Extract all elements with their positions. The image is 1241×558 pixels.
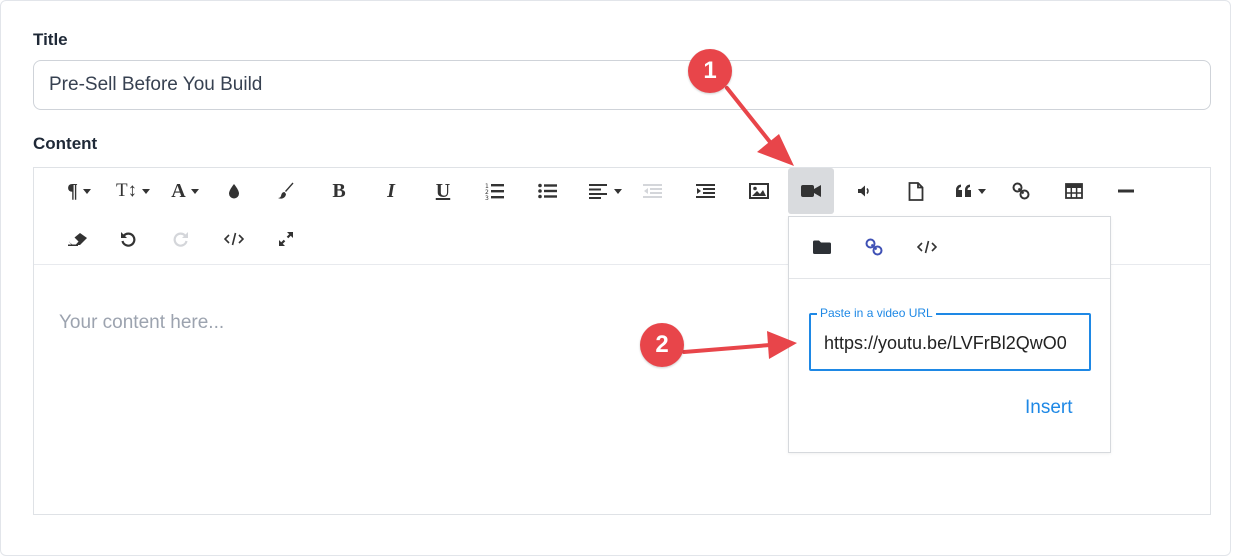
insert-image-button[interactable] xyxy=(739,168,779,214)
chevron-down-icon xyxy=(82,188,91,194)
link-icon xyxy=(865,238,883,256)
insert-link-button[interactable] xyxy=(1001,168,1041,214)
file-icon xyxy=(908,181,924,201)
undo-icon xyxy=(121,232,136,247)
background-color-button[interactable] xyxy=(266,168,306,214)
content-label: Content xyxy=(33,134,98,153)
paragraph-icon: ¶ xyxy=(67,179,78,202)
title-input[interactable] xyxy=(33,60,1211,110)
align-button[interactable] xyxy=(582,168,628,214)
insert-button[interactable]: Insert xyxy=(1025,397,1073,419)
code-icon xyxy=(224,232,244,246)
droplet-icon xyxy=(229,184,239,199)
folder-icon xyxy=(813,240,831,254)
font-size-icon: T↕ xyxy=(115,180,138,201)
chevron-down-icon xyxy=(977,188,986,194)
ordered-list-button[interactable]: 123 xyxy=(475,168,515,214)
title-label: Title xyxy=(33,30,68,49)
font-family-button[interactable]: A xyxy=(162,168,208,214)
chevron-down-icon xyxy=(142,188,151,194)
svg-text:3: 3 xyxy=(485,195,489,200)
horizontal-line-button[interactable] xyxy=(1106,168,1146,214)
code-view-button[interactable] xyxy=(214,216,254,262)
font-family-icon: A xyxy=(171,179,186,202)
image-icon xyxy=(749,183,769,199)
quote-button[interactable] xyxy=(946,168,994,214)
undo-button[interactable] xyxy=(108,216,148,262)
align-left-icon xyxy=(588,184,607,199)
table-icon xyxy=(1065,183,1083,199)
chevron-down-icon xyxy=(190,188,199,194)
italic-icon: I xyxy=(387,179,395,202)
content-placeholder[interactable]: Your content here... xyxy=(59,312,224,334)
text-color-button[interactable] xyxy=(214,168,254,214)
insert-table-button[interactable] xyxy=(1054,168,1094,214)
underline-icon: U xyxy=(435,179,451,202)
step-2-badge: 2 xyxy=(640,323,684,367)
redo-button[interactable] xyxy=(161,216,201,262)
ordered-list-icon: 123 xyxy=(485,183,504,200)
volume-icon xyxy=(858,185,869,197)
paragraph-format-button[interactable]: ¶ xyxy=(56,168,102,214)
font-size-button[interactable]: T↕ xyxy=(110,168,156,214)
video-source-tabs xyxy=(789,217,1110,279)
bullet-list-button[interactable] xyxy=(528,168,568,214)
insert-video-button[interactable] xyxy=(788,168,834,214)
insert-file-button[interactable] xyxy=(896,168,936,214)
bold-icon: B xyxy=(332,179,346,202)
indent-icon xyxy=(696,184,715,198)
video-insert-popup: Paste in a video URL Insert xyxy=(788,216,1111,453)
quote-icon xyxy=(955,184,971,197)
indent-button[interactable] xyxy=(686,168,726,214)
tab-upload-video[interactable] xyxy=(802,226,842,268)
embed-code-icon xyxy=(917,240,937,254)
tab-embed-code[interactable] xyxy=(907,226,947,268)
italic-button[interactable]: I xyxy=(371,168,411,214)
eraser-icon xyxy=(68,233,87,246)
tab-video-by-url[interactable] xyxy=(854,226,894,268)
redo-icon xyxy=(173,232,188,247)
step-1-badge: 1 xyxy=(688,49,732,93)
brush-icon xyxy=(278,182,294,199)
video-url-field: Paste in a video URL xyxy=(809,306,1091,371)
horizontal-rule-icon xyxy=(1118,189,1134,193)
clear-formatting-button[interactable] xyxy=(58,216,98,262)
outdent-button[interactable] xyxy=(633,168,673,214)
outdent-icon xyxy=(643,184,662,198)
fullscreen-button[interactable] xyxy=(266,216,306,262)
link-icon xyxy=(1012,182,1030,200)
video-camera-icon xyxy=(801,185,821,197)
expand-icon xyxy=(279,232,293,246)
bold-button[interactable]: B xyxy=(319,168,359,214)
bullet-list-icon xyxy=(538,183,557,199)
underline-button[interactable]: U xyxy=(423,168,463,214)
chevron-down-icon xyxy=(613,188,622,194)
video-url-input[interactable] xyxy=(811,315,1089,369)
insert-audio-button[interactable] xyxy=(844,168,884,214)
